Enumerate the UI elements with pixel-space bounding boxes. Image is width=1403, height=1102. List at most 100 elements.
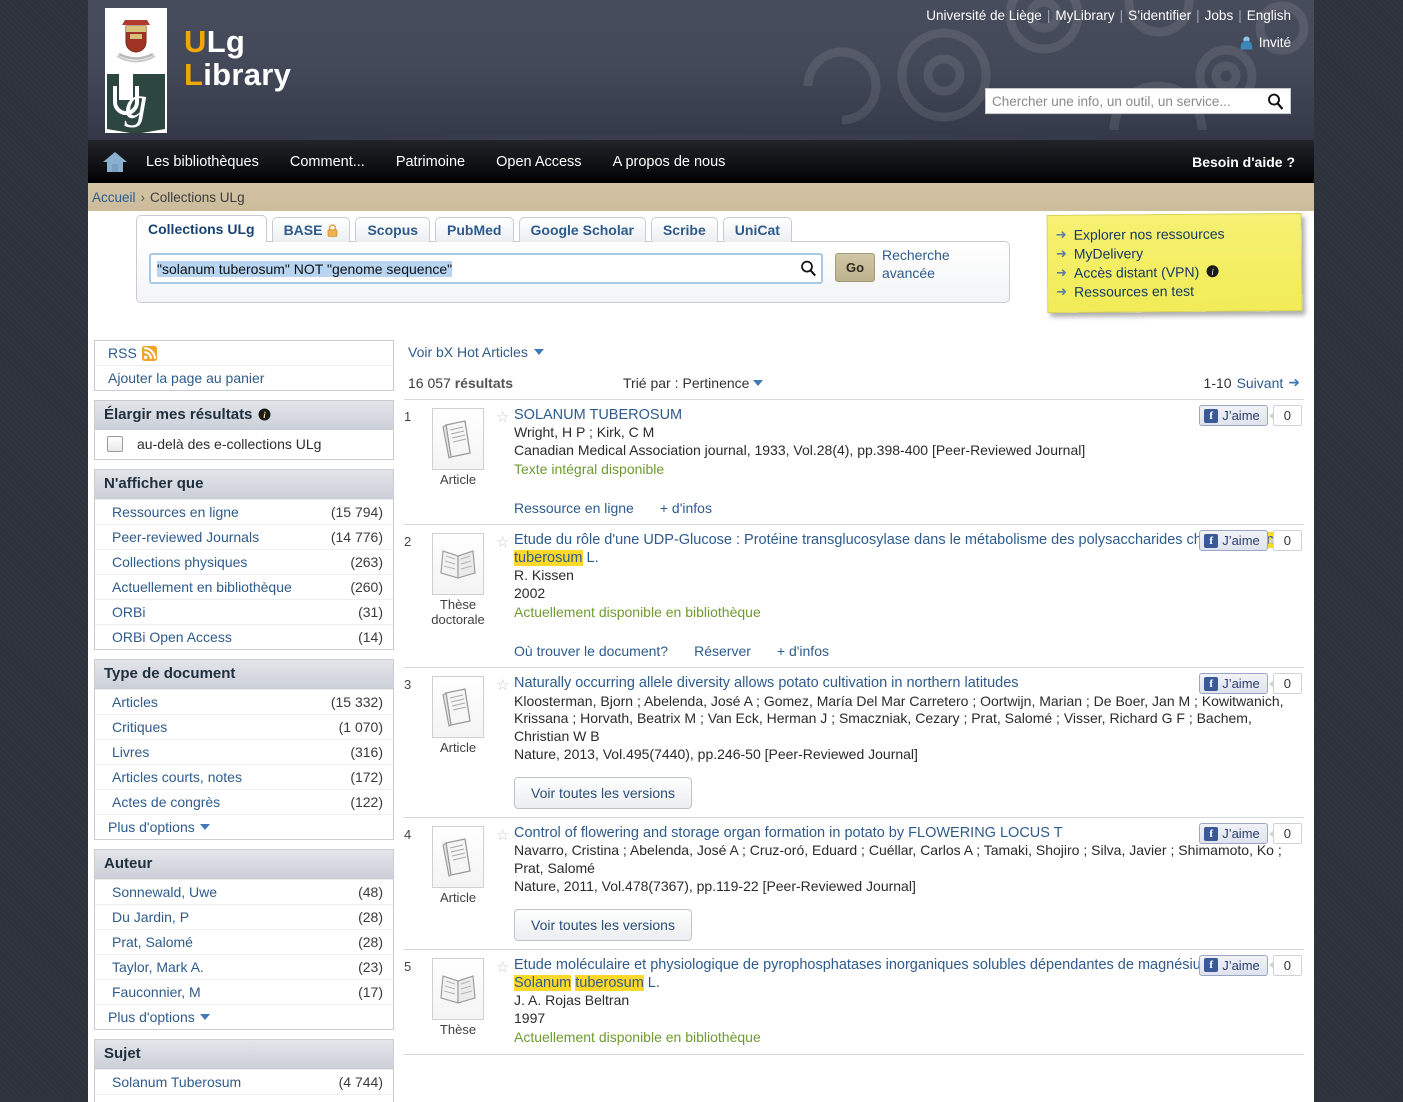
- facet-more-options-type[interactable]: Plus d'options: [95, 814, 393, 839]
- facebook-like-button[interactable]: f J’aime: [1199, 954, 1268, 976]
- facebook-like-button[interactable]: f J’aime: [1199, 405, 1268, 426]
- facet-row-critiques[interactable]: Critiques (1 070): [95, 714, 393, 739]
- top-link-english[interactable]: English: [1247, 8, 1291, 23]
- sidebar-item-add-to-basket[interactable]: Ajouter la page au panier: [95, 365, 393, 390]
- search-query-field[interactable]: "solanum tuberosum" NOT "genome sequence…: [149, 253, 823, 284]
- facet-row-actuellement-bibliotheque[interactable]: Actuellement en bibliothèque (260): [95, 574, 393, 599]
- favorite-star-icon[interactable]: ☆: [496, 531, 514, 659]
- result-title[interactable]: Etude moléculaire et physiologique de py…: [514, 956, 1298, 992]
- person-icon: [1240, 36, 1252, 49]
- facet-row-articles-courts[interactable]: Articles courts, notes (172): [95, 764, 393, 789]
- nav-item-comment[interactable]: Comment...: [290, 154, 365, 170]
- tab-collections-ulg-label: Collections ULg: [148, 221, 255, 237]
- site-logo[interactable]: g ULg Library: [105, 8, 291, 133]
- facet-row-prat-salome[interactable]: Prat, Salomé (28): [95, 929, 393, 954]
- facet-row-orbi[interactable]: ORBi (31): [95, 599, 393, 624]
- result-source: Nature, 2011, Vol.478(7367), pp.119-22 […: [514, 878, 916, 895]
- result-action-more-info[interactable]: + d'infos: [660, 500, 712, 516]
- favorite-star-icon[interactable]: ☆: [496, 956, 514, 1046]
- quick-link-ressources-test[interactable]: ➜ Ressources en test: [1056, 280, 1291, 301]
- view-all-versions-button[interactable]: Voir toutes les versions: [514, 908, 692, 941]
- arrow-right-icon[interactable]: ➜: [1288, 374, 1300, 391]
- home-icon[interactable]: [102, 151, 128, 173]
- facet-row-livres[interactable]: Livres (316): [95, 739, 393, 764]
- tab-scopus[interactable]: Scopus: [355, 217, 431, 242]
- view-all-versions-button[interactable]: Voir toutes les versions: [514, 777, 692, 810]
- guest-status[interactable]: Invité: [926, 35, 1291, 50]
- facet-more-options-auteur[interactable]: Plus d'options: [95, 1004, 393, 1029]
- search-query-text[interactable]: "solanum tuberosum" NOT "genome sequence…: [151, 260, 795, 277]
- facet-row-articles[interactable]: Articles (15 332): [95, 689, 393, 714]
- result-number: 2: [404, 534, 412, 550]
- facebook-like-button[interactable]: f J’aime: [1199, 673, 1268, 695]
- result-action-more-info[interactable]: + d'infos: [777, 643, 829, 659]
- sort-control[interactable]: Trié par : Pertinence: [623, 375, 1204, 391]
- top-link-universite[interactable]: Université de Liège: [926, 8, 1042, 23]
- result-title[interactable]: Etude du rôle d'une UDP-Glucose : Protéi…: [514, 531, 1298, 567]
- sidebar-item-rss[interactable]: RSS: [95, 341, 393, 365]
- result-number: 4: [404, 827, 412, 843]
- info-icon[interactable]: i: [258, 408, 271, 421]
- info-icon[interactable]: i: [1206, 265, 1219, 278]
- facet-row-actes-de-congres[interactable]: Actes de congrès (122): [95, 789, 393, 814]
- quick-link-mydelivery[interactable]: ➜ MyDelivery: [1056, 242, 1291, 263]
- favorite-star-icon[interactable]: ☆: [496, 674, 514, 809]
- nav-item-a-propos[interactable]: A propos de nous: [613, 154, 726, 170]
- result-title[interactable]: Naturally occurring allele diversity all…: [514, 674, 1298, 692]
- result-action-locate[interactable]: Où trouver le document?: [514, 643, 668, 659]
- favorite-star-icon[interactable]: ☆: [496, 406, 514, 516]
- tab-base[interactable]: BASE: [271, 217, 351, 242]
- top-link-jobs[interactable]: Jobs: [1205, 8, 1234, 23]
- facet-row-collections-physiques[interactable]: Collections physiques (263): [95, 549, 393, 574]
- nav-item-patrimoine[interactable]: Patrimoine: [396, 154, 465, 170]
- top-link-mylibrary[interactable]: MyLibrary: [1055, 8, 1114, 23]
- breadcrumb-home[interactable]: Accueil: [92, 190, 136, 205]
- facet-label: Actes de congrès: [112, 794, 221, 810]
- tab-unicat[interactable]: UniCat: [722, 217, 792, 242]
- expand-results-checkbox[interactable]: [107, 436, 123, 452]
- go-button[interactable]: Go: [835, 253, 875, 282]
- facet-row-du-jardin[interactable]: Du Jardin, P (28): [95, 904, 393, 929]
- facebook-like-button[interactable]: f J’aime: [1199, 530, 1268, 552]
- global-search-box[interactable]: [985, 88, 1291, 114]
- facet-row-ressources-en-ligne[interactable]: Ressources en ligne (15 794): [95, 499, 393, 524]
- facet-row-solanum-tuberosum[interactable]: Solanum Tuberosum (4 744): [95, 1069, 393, 1094]
- tab-collections-ulg[interactable]: Collections ULg: [136, 215, 267, 242]
- facet-row-sonnewald[interactable]: Sonnewald, Uwe (48): [95, 879, 393, 904]
- bx-hot-articles-toggle[interactable]: Voir bX Hot Articles: [404, 340, 1304, 360]
- advanced-search-line1: Recherche: [882, 247, 950, 263]
- tab-scribe[interactable]: Scribe: [650, 217, 718, 242]
- tab-pubmed[interactable]: PubMed: [435, 217, 514, 242]
- tab-google-scholar[interactable]: Google Scholar: [518, 217, 646, 242]
- result-kind-label: Thèse doctorale: [431, 597, 485, 628]
- expand-results-checkbox-row[interactable]: au-delà des e-collections ULg: [95, 430, 393, 459]
- facet-row-fauconnier[interactable]: Fauconnier, M (17): [95, 979, 393, 1004]
- facet-row-peer-reviewed[interactable]: Peer-reviewed Journals (14 776): [95, 524, 393, 549]
- result-authors: R. Kissen: [514, 567, 574, 584]
- result-authors: Kloosterman, Bjorn ; Abelenda, José A ; …: [514, 692, 1284, 745]
- quick-link-explorer[interactable]: ➜ Explorer nos ressources: [1056, 223, 1291, 244]
- facet-row-orbi-open-access[interactable]: ORBi Open Access (14): [95, 624, 393, 649]
- favorite-star-icon[interactable]: ☆: [496, 824, 514, 941]
- sort-value: Pertinence: [682, 374, 750, 391]
- quick-link-vpn[interactable]: ➜ Accès distant (VPN) i: [1056, 261, 1291, 282]
- facet-row-taylor-mark[interactable]: Taylor, Mark A. (23): [95, 954, 393, 979]
- result-action-online[interactable]: Ressource en ligne: [514, 500, 634, 516]
- facet-count: (15 794): [330, 504, 383, 520]
- global-search-input[interactable]: [986, 90, 1264, 112]
- nav-help-link[interactable]: Besoin d'aide ?: [1192, 154, 1295, 170]
- facebook-like-button[interactable]: f J’aime: [1199, 823, 1268, 845]
- next-page-link[interactable]: Suivant: [1237, 375, 1284, 391]
- search-icon[interactable]: [1264, 93, 1286, 110]
- facet-row-potato[interactable]: Potato(1 514): [95, 1094, 393, 1102]
- search-tabs-container: Collections ULg BASE Scopus PubMed Googl…: [136, 215, 1010, 303]
- search-submit-icon[interactable]: [795, 260, 821, 277]
- nav-item-bibliotheques[interactable]: Les bibliothèques: [146, 154, 259, 170]
- chevron-down-icon: [199, 1014, 210, 1020]
- result-action-reserve[interactable]: Réserver: [694, 643, 751, 659]
- result-title[interactable]: Control of flowering and storage organ f…: [514, 824, 1298, 842]
- result-title[interactable]: SOLANUM TUBEROSUM: [514, 406, 1298, 424]
- top-link-identifier[interactable]: S’identifier: [1128, 8, 1191, 23]
- nav-item-open-access[interactable]: Open Access: [496, 154, 581, 170]
- advanced-search-link[interactable]: Recherche avancée: [882, 247, 982, 282]
